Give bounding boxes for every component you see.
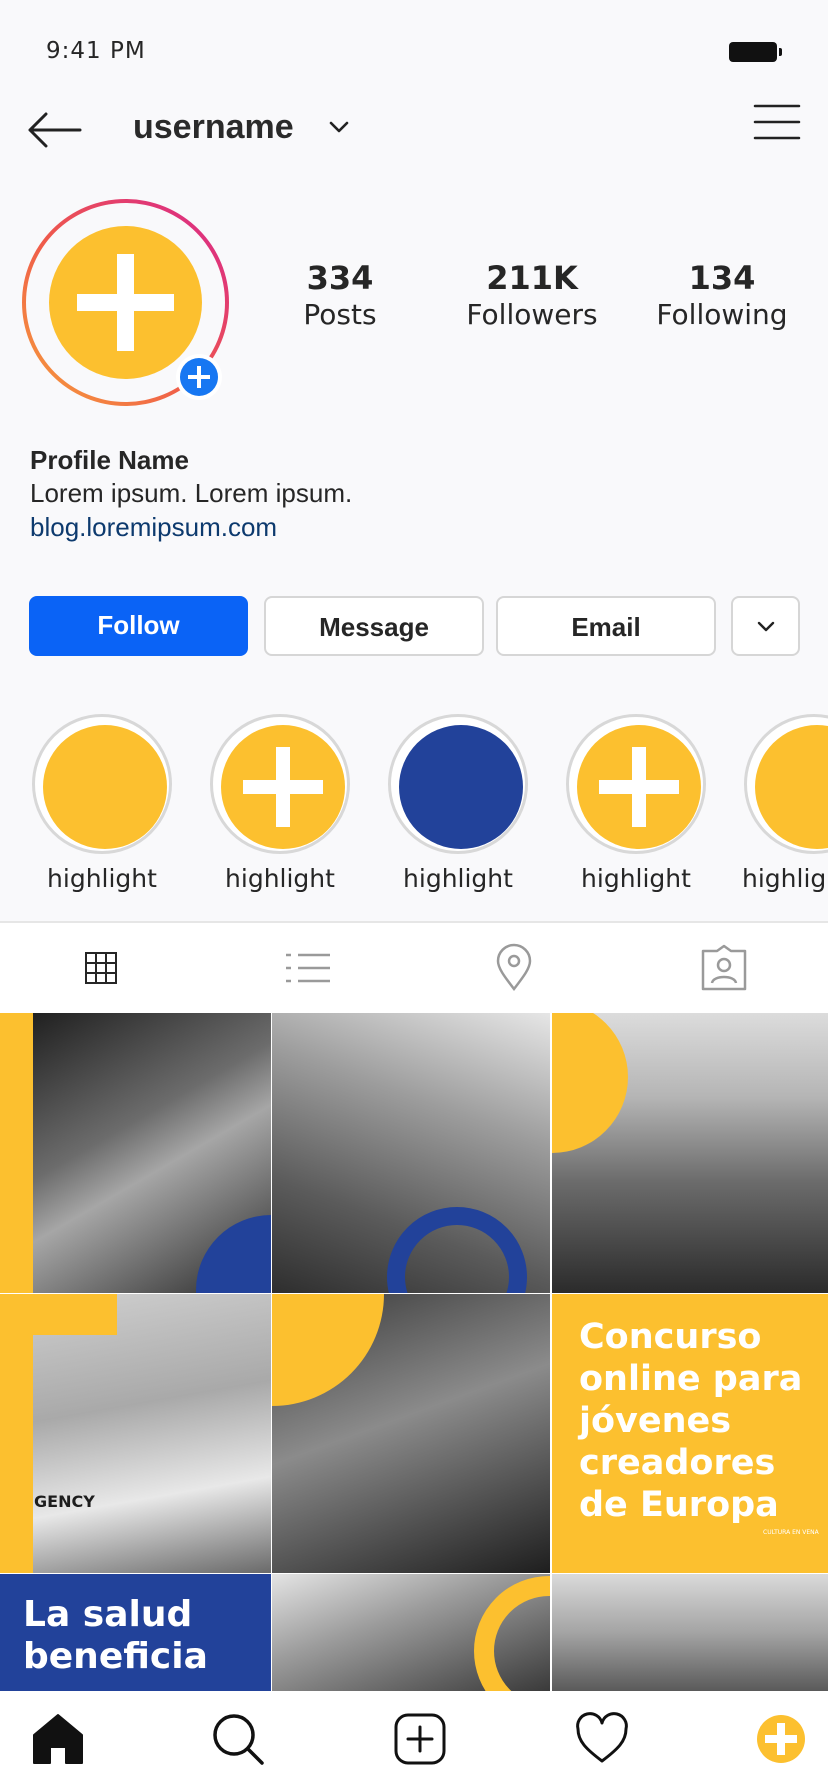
grid-icon[interactable] (76, 943, 126, 993)
avatar-image (49, 226, 202, 379)
followers-label: Followers (466, 298, 598, 331)
post-tile[interactable] (272, 1294, 550, 1573)
new-post-icon[interactable] (392, 1711, 448, 1767)
highlight-label: highlight (403, 864, 513, 893)
add-story-button[interactable] (176, 354, 222, 400)
username-title[interactable]: username (133, 108, 294, 147)
post-tile[interactable]: Concurso online para jóvenes creadores d… (552, 1294, 828, 1573)
post-headline: Concurso online para jóvenes creadores d… (579, 1317, 803, 1525)
post-photo (552, 1574, 828, 1691)
post-tile[interactable] (272, 1013, 550, 1293)
bio: Profile Name Lorem ipsum. Lorem ipsum. b… (30, 444, 352, 544)
highlight-label: highlight (742, 864, 828, 893)
followers-count: 211K (486, 259, 578, 297)
posts-stat[interactable]: 334 Posts (250, 258, 430, 332)
location-pin-icon[interactable] (489, 943, 539, 993)
bio-text: Lorem ipsum. Lorem ipsum. (30, 478, 353, 508)
tagged-icon[interactable] (699, 943, 749, 993)
post-photo (33, 1294, 271, 1573)
bio-link[interactable]: blog.loremipsum.com (30, 510, 352, 544)
plus-icon (180, 358, 218, 396)
highlight-item[interactable]: highlight (386, 714, 530, 904)
highlight-item[interactable]: highlight (30, 714, 174, 904)
highlight-cover (221, 725, 345, 849)
following-count: 134 (688, 259, 756, 297)
decor-shape (33, 1294, 117, 1335)
home-icon[interactable] (30, 1711, 86, 1767)
post-tile[interactable] (0, 1013, 271, 1293)
highlight-cover (43, 725, 167, 849)
nav-bar: username (0, 96, 828, 166)
chevron-down-icon[interactable] (326, 114, 352, 140)
highlight-cover (577, 725, 701, 849)
profile-icon[interactable] (753, 1711, 809, 1767)
profile-name: Profile Name (30, 445, 189, 475)
post-sign-text: GENCY (34, 1492, 95, 1511)
suggested-dropdown-button[interactable] (731, 596, 800, 656)
highlight-label: highlight (47, 864, 157, 893)
list-icon[interactable] (284, 943, 334, 993)
post-tile[interactable] (552, 1013, 828, 1293)
following-label: Following (656, 298, 788, 331)
highlight-label: highlight (581, 864, 691, 893)
status-time: 9:41 PM (46, 38, 146, 64)
battery-icon (729, 42, 782, 62)
brand-logo-text: CULTURA EN VENA (763, 1529, 819, 1536)
posts-grid: GENCY Concurso online para jóvenes cread… (0, 1013, 828, 1691)
post-tile[interactable]: La salud beneficia (0, 1574, 271, 1691)
message-button[interactable]: Message (264, 596, 484, 656)
heart-icon[interactable] (574, 1711, 630, 1767)
followers-stat[interactable]: 211K Followers (442, 258, 622, 332)
highlight-item[interactable]: highlight (208, 714, 352, 904)
highlight-item[interactable]: highlight (564, 714, 708, 904)
bottom-nav (0, 1691, 828, 1792)
post-tile[interactable] (272, 1574, 550, 1691)
highlight-item[interactable]: highlight (742, 714, 828, 904)
menu-icon[interactable] (753, 102, 801, 142)
follow-button[interactable]: Follow (29, 596, 248, 656)
email-button[interactable]: Email (496, 596, 716, 656)
highlight-overflow: highlight (742, 714, 828, 904)
post-tile[interactable]: GENCY (0, 1294, 271, 1573)
status-bar: 9:41 PM (0, 0, 828, 96)
highlight-cover (755, 725, 828, 849)
back-arrow-icon[interactable] (26, 108, 82, 152)
posts-count: 334 (306, 259, 374, 297)
following-stat[interactable]: 134 Following (632, 258, 812, 332)
chevron-down-icon (757, 621, 775, 632)
post-tile[interactable] (552, 1574, 828, 1691)
highlight-cover (399, 725, 523, 849)
highlight-label: highlight (225, 864, 335, 893)
search-icon[interactable] (210, 1711, 266, 1767)
posts-label: Posts (303, 298, 377, 331)
post-headline: La salud beneficia (23, 1594, 208, 1677)
content-tabs (0, 923, 828, 1013)
